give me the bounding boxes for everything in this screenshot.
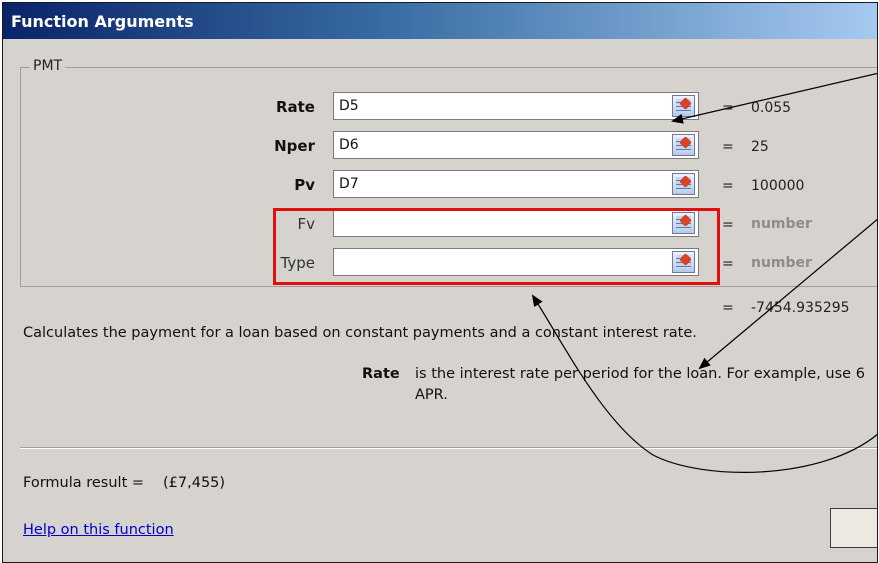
annotation-arrows bbox=[531, 72, 877, 473]
arrow-to-optional-args bbox=[531, 294, 877, 473]
function-arguments-dialog: Function Arguments PMT Rate D5 = 0.055 N… bbox=[2, 2, 878, 563]
arrow-to-rate-button bbox=[671, 72, 877, 124]
arrow-to-arg-help bbox=[698, 218, 877, 370]
